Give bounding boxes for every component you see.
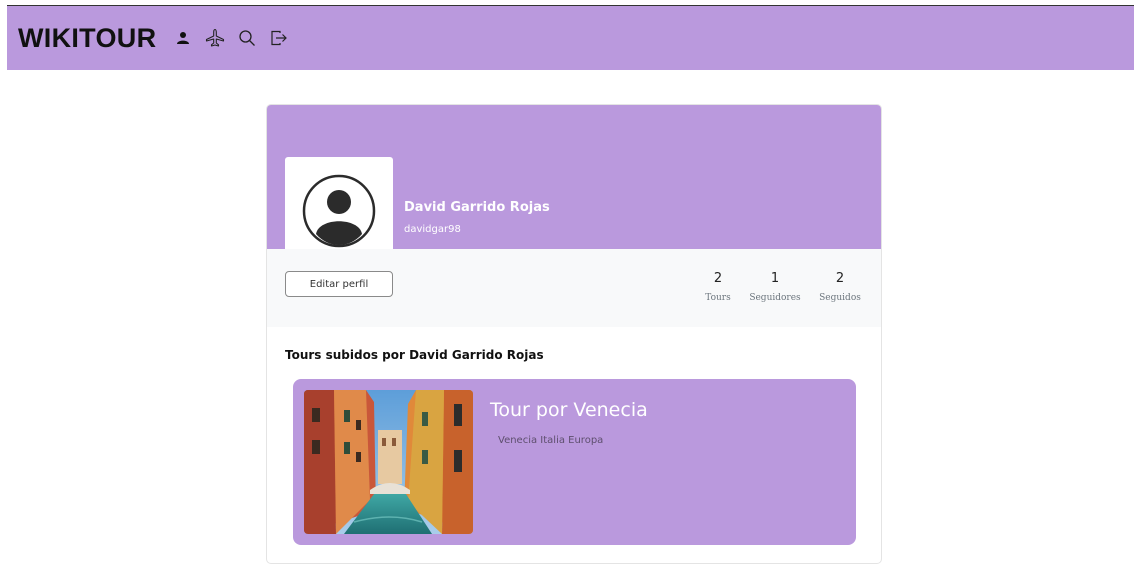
edit-profile-button[interactable]: Editar perfil xyxy=(285,271,393,297)
nav-icons xyxy=(172,27,290,49)
stat-tours: 2 Tours xyxy=(704,271,732,303)
profile-username: davidgar98 xyxy=(404,224,461,235)
logout-icon[interactable] xyxy=(268,27,290,49)
tour-image xyxy=(304,390,473,534)
navbar: WIKITOUR xyxy=(7,5,1134,70)
stat-followers: 1 Seguidores xyxy=(747,271,803,303)
stat-followers-label: Seguidores xyxy=(749,293,801,303)
search-icon[interactable] xyxy=(236,27,258,49)
stat-following: 2 Seguidos xyxy=(817,271,863,303)
person-icon[interactable] xyxy=(172,27,194,49)
tours-section-title: Tours subidos por David Garrido Rojas xyxy=(285,348,544,362)
stat-followers-value: 1 xyxy=(770,271,780,286)
brand-logo[interactable]: WIKITOUR xyxy=(18,23,156,54)
stat-tours-label: Tours xyxy=(705,293,731,303)
tour-location: Venecia Italia Europa xyxy=(498,435,604,446)
profile-name: David Garrido Rojas xyxy=(404,200,550,215)
stat-following-label: Seguidos xyxy=(819,293,861,303)
stat-tours-value: 2 xyxy=(713,271,723,286)
profile-card: David Garrido Rojas davidgar98 Editar pe… xyxy=(266,104,882,564)
tour-card[interactable]: Tour por Venecia Venecia Italia Europa xyxy=(293,379,856,545)
stat-following-value: 2 xyxy=(835,271,845,286)
user-circle-icon xyxy=(302,174,376,248)
tour-title[interactable]: Tour por Venecia xyxy=(490,399,648,421)
plane-icon[interactable] xyxy=(204,27,226,49)
stats-bar: Editar perfil 2 Tours 1 Seguidores 2 Seg… xyxy=(267,249,881,327)
